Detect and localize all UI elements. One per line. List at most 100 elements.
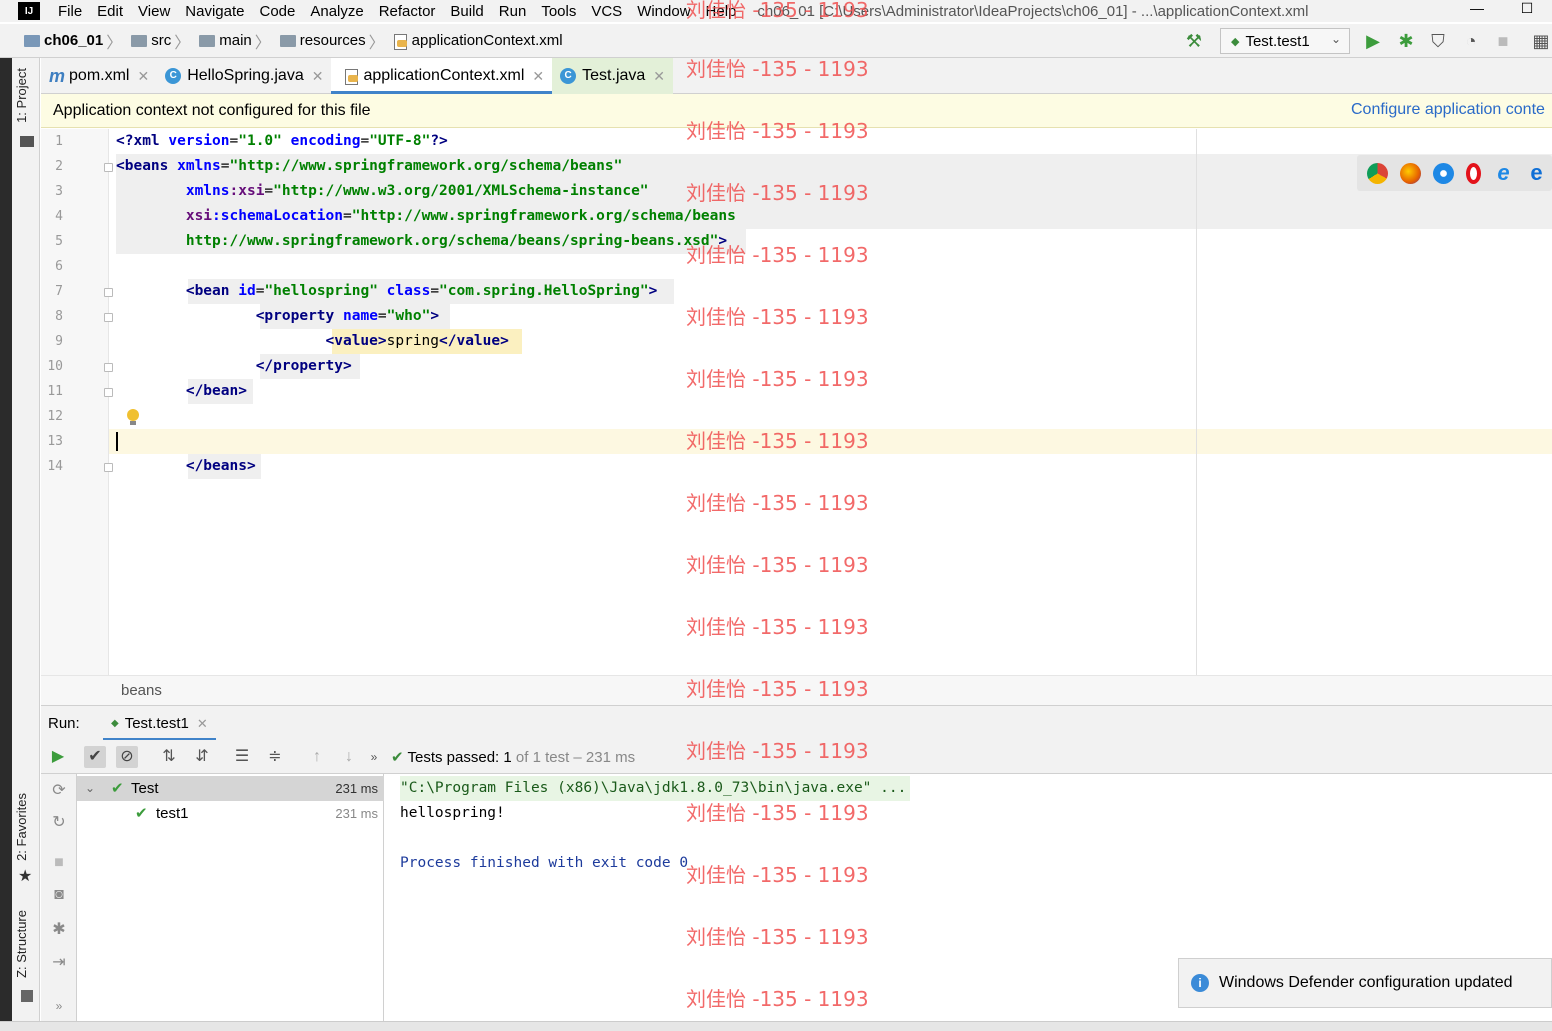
line-number: 14	[47, 459, 63, 474]
fold-marker-icon[interactable]	[104, 163, 113, 172]
breadcrumb-src[interactable]: src	[125, 32, 171, 49]
tab-applicationcontext-xml[interactable]: applicationContext.xml ✕	[331, 58, 553, 94]
previous-test-icon[interactable]: ↑	[306, 746, 328, 768]
resources-folder-icon	[279, 34, 296, 47]
next-test-icon[interactable]: ↓	[338, 746, 360, 768]
stop-icon[interactable]: ■	[1492, 30, 1514, 52]
build-hammer-icon[interactable]: ⚒	[1183, 30, 1205, 52]
code-editor[interactable]: 1 2 3 4 5 6 7 8 9 10 11 12 13 14 <?xml v…	[41, 129, 1552, 675]
internet-explorer-icon[interactable]: e	[1493, 161, 1514, 184]
line-number: 6	[55, 259, 63, 274]
menu-refactor[interactable]: Refactor	[379, 3, 436, 20]
project-structure-icon[interactable]: ▦	[1530, 30, 1552, 52]
run-configuration-label: Test.test1	[1245, 32, 1310, 50]
profile-icon[interactable]: ◔	[1460, 30, 1482, 52]
fold-marker-icon[interactable]	[104, 388, 113, 397]
close-icon[interactable]: ✕	[197, 716, 208, 732]
menu-run[interactable]: Run	[499, 3, 527, 20]
firefox-icon[interactable]	[1400, 162, 1421, 184]
debug-icon[interactable]: ✱	[1395, 30, 1417, 52]
close-icon[interactable]: ✕	[312, 68, 324, 85]
coverage-icon[interactable]: ⛉	[1427, 30, 1449, 52]
run-icon[interactable]: ▶	[1362, 30, 1384, 52]
menu-file[interactable]: File	[58, 3, 82, 20]
rerun-failed-icon[interactable]: ⟳	[49, 780, 69, 800]
fold-marker-icon[interactable]	[104, 313, 113, 322]
chevron-down-icon: ⌄	[85, 781, 96, 795]
toggle-auto-test-icon[interactable]: ↻	[49, 812, 69, 832]
debug-icon[interactable]: ✱	[49, 919, 69, 939]
menu-window[interactable]: Window	[637, 3, 690, 20]
export-icon[interactable]: ⇥	[49, 952, 69, 972]
notification-balloon[interactable]: i Windows Defender configuration updated	[1178, 958, 1552, 1008]
code-line-11: </bean>	[185, 383, 247, 399]
tool-window-favorites[interactable]: 2: Favorites	[14, 793, 29, 861]
camera-icon[interactable]: ◙	[49, 886, 69, 906]
breadcrumb-project[interactable]: ch06_01	[18, 32, 103, 49]
tab-label: pom.xml	[69, 67, 130, 84]
test-node-test1[interactable]: ✔ test1 231 ms	[77, 801, 384, 826]
configure-application-context-link[interactable]: Configure application conte	[1351, 101, 1545, 119]
star-icon: ★	[18, 868, 33, 885]
tool-window-structure[interactable]: Z: Structure	[14, 910, 29, 978]
show-ignored-icon[interactable]: ⊘	[116, 746, 138, 768]
breadcrumb-resources[interactable]: resources	[274, 32, 366, 49]
watermark-text: 刘佳怡 -135 - 1193	[686, 677, 869, 701]
test-node-test[interactable]: ⌄ ✔ Test 231 ms	[77, 776, 384, 801]
menu-edit[interactable]: Edit	[97, 3, 123, 20]
run-tab-test-test1[interactable]: ◆ Test.test1 ✕	[103, 706, 216, 741]
window-controls: — ☐	[1452, 0, 1552, 17]
menu-analyze[interactable]: Analyze	[310, 3, 363, 20]
tab-test-java[interactable]: C Test.java ✕	[552, 58, 674, 94]
edge-icon[interactable]: e	[1526, 161, 1547, 184]
tool-window-project[interactable]: 1: Project	[14, 68, 29, 123]
run-configuration-select[interactable]: ◆ Test.test1 ⌄	[1220, 28, 1350, 54]
watermark-text: 刘佳怡 -135 - 1193	[686, 925, 869, 949]
maximize-button[interactable]: ☐	[1502, 0, 1552, 17]
code-line-3: xmlns:xsi="http://www.w3.org/2001/XMLSch…	[185, 183, 649, 199]
menu-vcs[interactable]: VCS	[591, 3, 622, 20]
safari-icon[interactable]	[1433, 162, 1454, 184]
breadcrumb-file-label: applicationContext.xml	[411, 32, 563, 49]
lightbulb-icon[interactable]	[127, 409, 139, 425]
breadcrumb-resources-label: resources	[299, 32, 366, 49]
rerun-icon[interactable]: ▶	[47, 746, 69, 768]
breadcrumb-file[interactable]: applicationContext.xml	[388, 32, 563, 50]
watermark-text: 刘佳怡 -135 - 1193	[686, 367, 869, 391]
show-passed-icon[interactable]: ✔	[84, 746, 106, 768]
menu-build[interactable]: Build	[450, 3, 483, 20]
close-icon[interactable]: ✕	[532, 68, 544, 85]
xml-breadcrumb-beans[interactable]: beans	[121, 682, 162, 699]
menu-navigate[interactable]: Navigate	[185, 3, 244, 20]
test-node-label: Test	[131, 780, 159, 797]
stop-icon[interactable]: ■	[49, 854, 69, 874]
menu-code[interactable]: Code	[259, 3, 295, 20]
watermark-text: 刘佳怡 -135 - 1193	[686, 181, 869, 205]
opera-icon[interactable]	[1466, 162, 1481, 184]
project-folder-icon	[24, 34, 40, 47]
tab-pom-xml[interactable]: m pom.xml ✕	[41, 58, 157, 94]
breadcrumb-main[interactable]: main	[193, 32, 252, 49]
text-caret	[116, 432, 118, 451]
tab-hellospring-java[interactable]: C HelloSpring.java ✕	[157, 58, 331, 94]
menu-tools[interactable]: Tools	[541, 3, 576, 20]
sort-by-duration-icon[interactable]: ⇵	[191, 746, 213, 768]
watermark-text: 刘佳怡 -135 - 1193	[686, 429, 869, 453]
test-class-icon: C	[560, 68, 577, 84]
menu-view[interactable]: View	[138, 3, 170, 20]
fold-marker-icon[interactable]	[104, 288, 113, 297]
close-icon[interactable]: ✕	[653, 68, 665, 85]
chevron-right-icon: 〉	[174, 34, 191, 52]
fold-marker-icon[interactable]	[104, 463, 113, 472]
chrome-icon[interactable]	[1367, 162, 1388, 184]
close-icon[interactable]: ✕	[137, 68, 149, 85]
more-icon[interactable]: »	[363, 746, 385, 768]
line-number: 12	[47, 409, 63, 424]
more-icon[interactable]: »	[49, 999, 69, 1019]
fold-marker-icon[interactable]	[104, 363, 113, 372]
collapse-all-icon[interactable]: ≑	[264, 746, 286, 768]
expand-all-icon[interactable]: ☰	[231, 746, 253, 768]
test-results-tree: ⌄ ✔ Test 231 ms ✔ test1 231 ms	[77, 774, 384, 1031]
sort-alphabetically-icon[interactable]: ⇅	[158, 746, 180, 768]
minimize-button[interactable]: —	[1452, 0, 1502, 17]
